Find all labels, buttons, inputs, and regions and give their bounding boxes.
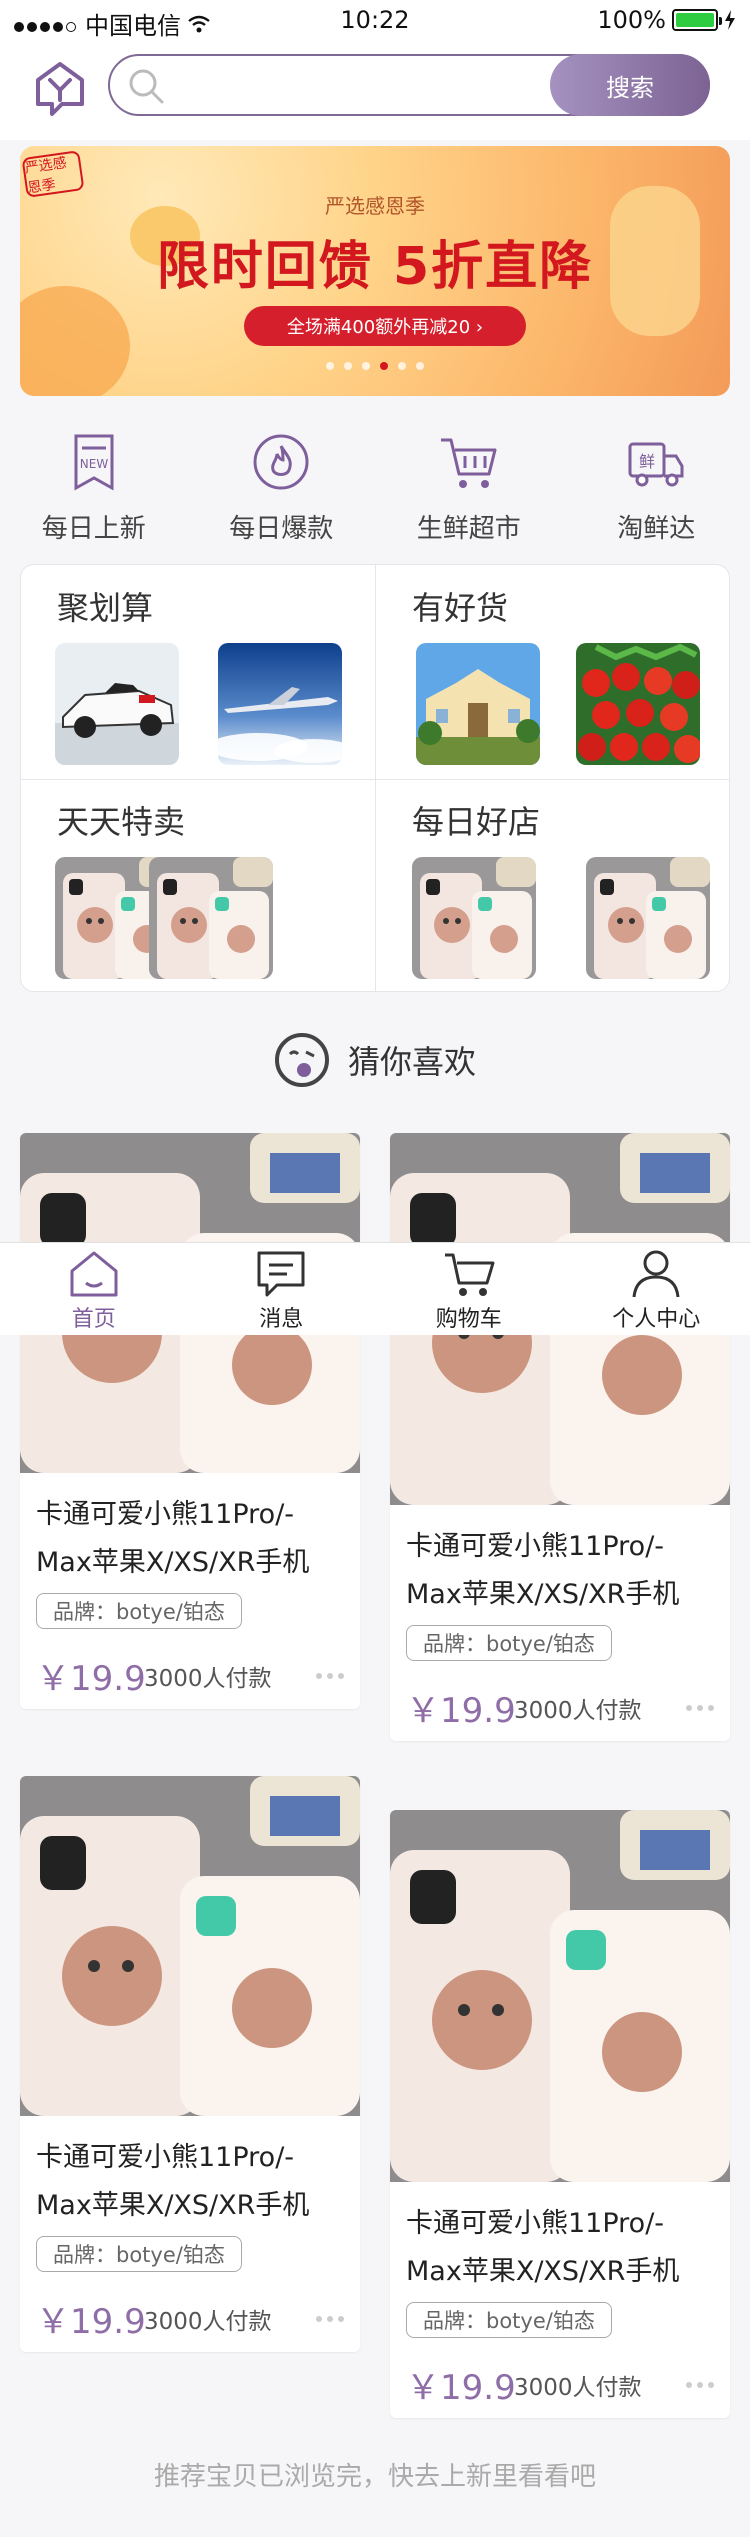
- charging-icon: [725, 10, 735, 30]
- section-grid: 聚划算 有好货 天天特卖 每日好店: [20, 564, 730, 992]
- product-name[interactable]: 卡通可爱小熊11Pro/-Max苹果X/XS/XR手机: [20, 1473, 360, 1587]
- search-bar[interactable]: 搜索: [108, 54, 710, 116]
- search-button[interactable]: 搜索: [550, 54, 710, 116]
- section-title: 天天特卖: [57, 803, 186, 841]
- payment-count: 3000人付款: [144, 2309, 272, 2335]
- pagination-dot[interactable]: [362, 362, 370, 370]
- product-price: ￥19.9: [406, 1691, 516, 1731]
- truck-icon: 鲜: [628, 442, 684, 487]
- home-icon: [70, 1251, 118, 1297]
- cart-icon: [440, 438, 497, 488]
- building-image[interactable]: [416, 643, 540, 765]
- tab-bar: 首页 消息 购物车 个人中心: [0, 1243, 750, 1335]
- svg-text:鲜: 鲜: [639, 452, 655, 471]
- product-card[interactable]: 卡通可爱小熊11Pro/-Max苹果X/XS/XR手机 品牌：botye/铂态 …: [20, 1776, 360, 2352]
- search-icon: [129, 69, 164, 104]
- tab-home[interactable]: 首页: [0, 1243, 188, 1335]
- pagination-dot[interactable]: [344, 362, 352, 370]
- battery-percent: 100%: [597, 6, 666, 34]
- banner-decoration: [20, 286, 130, 396]
- race-car-image[interactable]: [55, 643, 179, 765]
- category-label: 生鲜超市: [416, 514, 521, 544]
- product-price: ￥19.9: [406, 2368, 516, 2408]
- category-fresh-market[interactable]: 生鲜超市: [375, 408, 563, 558]
- guess-you-like-header: 猜你喜欢: [0, 1020, 750, 1100]
- section-title: 聚划算: [57, 589, 154, 627]
- section-youhaohuo[interactable]: 有好货: [376, 565, 729, 779]
- phone-case-image[interactable]: [586, 857, 710, 979]
- battery-icon: [672, 9, 722, 31]
- category-label: 每日上新: [41, 514, 146, 544]
- banner-pagination: [20, 362, 730, 370]
- brand-tag: 品牌：botye/铂态: [36, 2236, 242, 2272]
- tab-label: 购物车: [435, 1307, 502, 1332]
- banner-promo-button[interactable]: 全场满400额外再减20 ›: [244, 306, 526, 346]
- product-image[interactable]: [390, 1810, 730, 2182]
- pagination-dot-active[interactable]: [380, 362, 388, 370]
- phone-case-image[interactable]: [412, 857, 536, 979]
- airplane-image[interactable]: [218, 643, 342, 765]
- pagination-dot[interactable]: [326, 362, 334, 370]
- product-card[interactable]: 卡通可爱小熊11Pro/-Max苹果X/XS/XR手机 品牌：botye/铂态 …: [20, 1133, 360, 1709]
- category-taoxianda[interactable]: 鲜 淘鲜达: [563, 408, 750, 558]
- category-daily-hot[interactable]: 每日爆款: [188, 408, 376, 558]
- battery-area: 100%: [597, 6, 736, 34]
- more-icon[interactable]: [686, 2382, 714, 2388]
- smiley-icon: [274, 1033, 329, 1087]
- new-icon: NEW: [74, 434, 114, 491]
- product-price: ￥19.9: [36, 2302, 146, 2342]
- product-card[interactable]: 卡通可爱小熊11Pro/-Max苹果X/XS/XR手机 品牌：botye/铂态 …: [390, 1810, 730, 2418]
- tab-label: 首页: [71, 1307, 116, 1332]
- tab-profile[interactable]: 个人中心: [563, 1243, 750, 1335]
- section-juhuasuan[interactable]: 聚划算: [21, 565, 376, 779]
- promo-banner[interactable]: 严选感恩季 严选感恩季 限时回馈 5折直降 全场满400额外再减20 ›: [20, 146, 730, 396]
- more-icon[interactable]: [316, 1673, 344, 1679]
- product-name[interactable]: 卡通可爱小熊11Pro/-Max苹果X/XS/XR手机: [390, 1505, 730, 1619]
- category-label: 淘鲜达: [617, 514, 696, 544]
- section-title: 有好货: [412, 589, 509, 627]
- guess-title: 猜你喜欢: [347, 1043, 476, 1081]
- phone-case-image[interactable]: [149, 857, 273, 979]
- brand-tag: 品牌：botye/铂态: [36, 1593, 242, 1629]
- message-icon: [257, 1251, 305, 1297]
- payment-count: 3000人付款: [514, 2375, 642, 2401]
- category-daily-new[interactable]: NEW 每日上新: [0, 408, 188, 558]
- section-tiantiantemai[interactable]: 天天特卖: [21, 779, 376, 991]
- category-label: 每日爆款: [229, 514, 334, 544]
- status-bar: 中国电信 10:22 100%: [0, 0, 750, 40]
- fire-icon: [253, 434, 309, 490]
- pagination-dot[interactable]: [398, 362, 406, 370]
- top-bar: 搜索: [0, 40, 750, 140]
- tab-label: 个人中心: [612, 1307, 701, 1332]
- product-image[interactable]: [20, 1776, 360, 2116]
- user-icon: [632, 1250, 680, 1298]
- section-title: 每日好店: [412, 803, 541, 841]
- product-card[interactable]: 卡通可爱小熊11Pro/-Max苹果X/XS/XR手机 品牌：botye/铂态 …: [390, 1133, 730, 1741]
- tomatoes-image[interactable]: [576, 643, 700, 765]
- banner-title: 限时回馈 5折直降: [156, 237, 594, 297]
- category-row: NEW 每日上新 每日爆款 生鲜超市 鲜 淘鲜达: [0, 408, 750, 558]
- tab-label: 消息: [259, 1307, 304, 1332]
- tab-messages[interactable]: 消息: [188, 1243, 376, 1335]
- product-name[interactable]: 卡通可爱小熊11Pro/-Max苹果X/XS/XR手机: [20, 2116, 360, 2230]
- product-name[interactable]: 卡通可爱小熊11Pro/-Max苹果X/XS/XR手机: [390, 2182, 730, 2296]
- banner-subtitle: 严选感恩季: [325, 194, 425, 218]
- product-price: ￥19.9: [36, 1659, 146, 1699]
- pagination-dot[interactable]: [416, 362, 424, 370]
- section-meirihaodian[interactable]: 每日好店: [376, 779, 729, 991]
- svg-text:NEW: NEW: [80, 457, 109, 471]
- payment-count: 3000人付款: [514, 1698, 642, 1724]
- tab-cart[interactable]: 购物车: [375, 1243, 563, 1335]
- more-icon[interactable]: [316, 2316, 344, 2322]
- more-icon[interactable]: [686, 1705, 714, 1711]
- cart-icon: [444, 1253, 495, 1296]
- brand-tag: 品牌：botye/铂态: [406, 1625, 612, 1661]
- brand-tag: 品牌：botye/铂态: [406, 2302, 612, 2338]
- logo-icon[interactable]: [34, 60, 86, 118]
- end-of-feed-text: 推荐宝贝已浏览完，快去上新里看看吧: [153, 2462, 596, 2492]
- payment-count: 3000人付款: [144, 1666, 272, 1692]
